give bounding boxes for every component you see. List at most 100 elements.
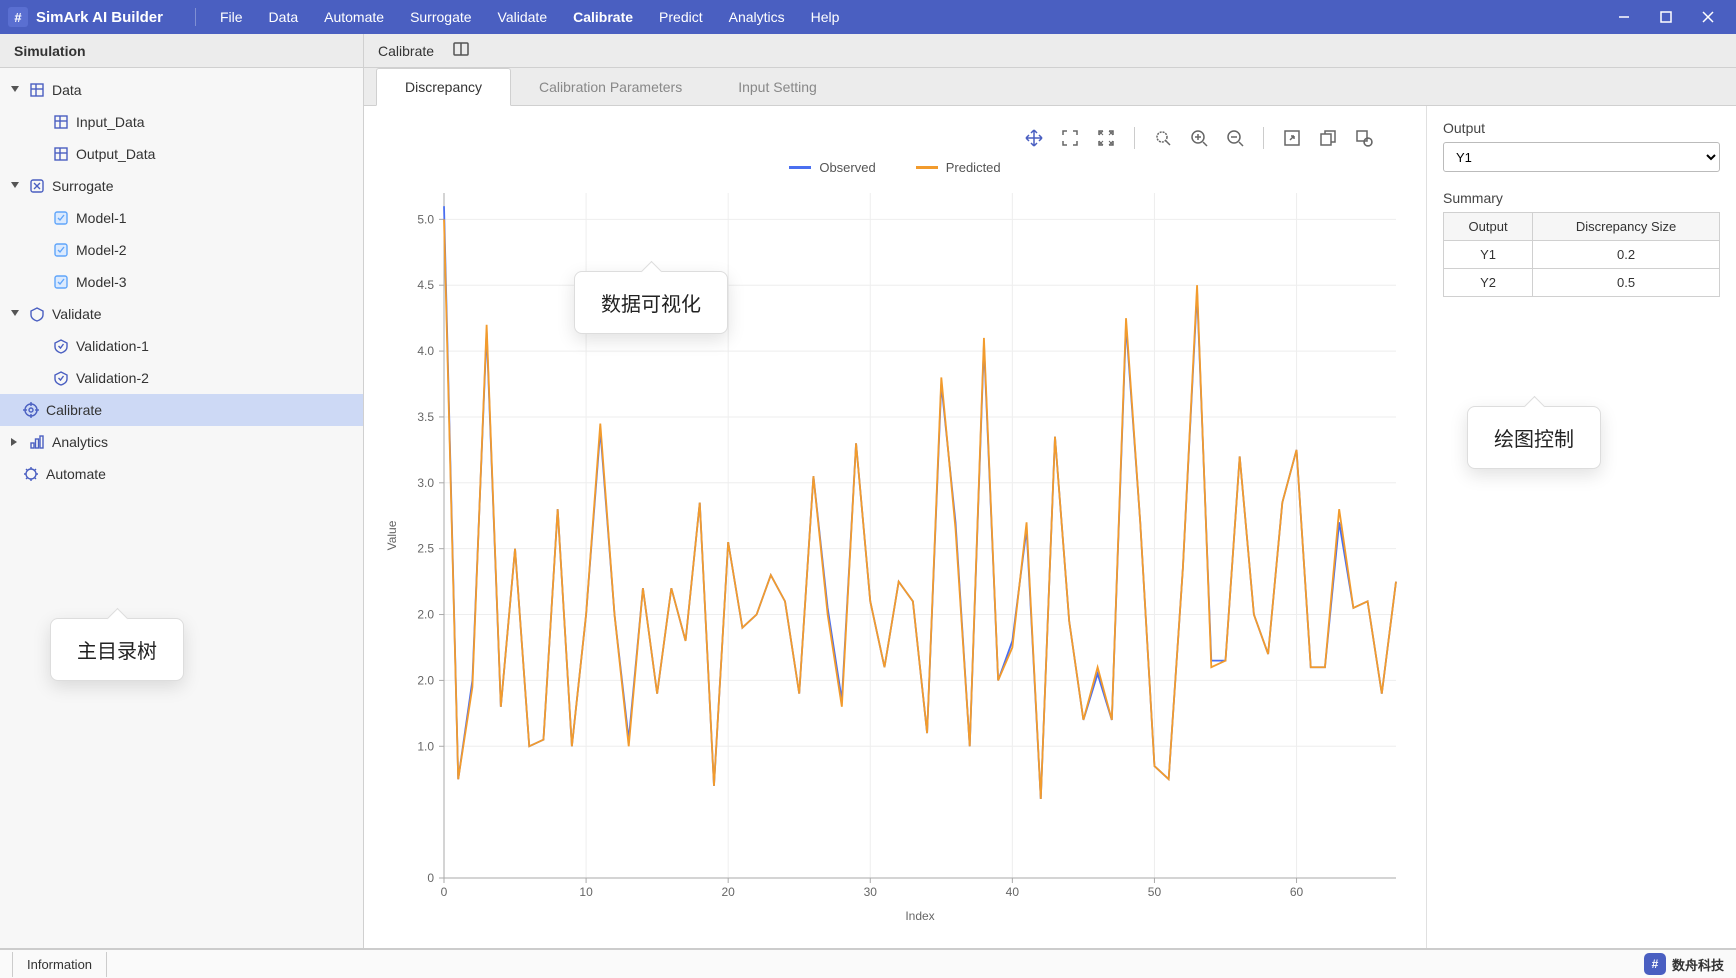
- menu-help[interactable]: Help: [799, 3, 852, 31]
- maximize-button[interactable]: [1646, 3, 1686, 31]
- line-chart[interactable]: 01.02.02.02.53.03.54.04.55.0010203040506…: [374, 183, 1416, 928]
- summary-label: Summary: [1443, 190, 1720, 206]
- table-row: Y10.2: [1444, 241, 1720, 269]
- notebook-icon[interactable]: [452, 40, 470, 61]
- svg-text:20: 20: [721, 885, 735, 899]
- tree-label: Surrogate: [52, 178, 113, 194]
- callout-plot-control: 绘图控制: [1467, 406, 1601, 469]
- zoom-region-icon[interactable]: [1151, 126, 1175, 150]
- settings-icon[interactable]: [1352, 126, 1376, 150]
- right-panel: Output Y1 Summary Output Discrepancy Siz…: [1426, 106, 1736, 948]
- legend-predicted: Predicted: [946, 160, 1001, 175]
- svg-text:1.0: 1.0: [417, 739, 434, 753]
- copy-icon[interactable]: [1316, 126, 1340, 150]
- tree-node-calibrate[interactable]: Calibrate: [0, 394, 363, 426]
- zoom-fit-icon[interactable]: [1058, 126, 1082, 150]
- tree-label: Calibrate: [46, 402, 102, 418]
- zoom-out-all-icon[interactable]: [1094, 126, 1118, 150]
- menu-data[interactable]: Data: [257, 3, 311, 31]
- tree-node-analytics[interactable]: Analytics: [0, 426, 363, 458]
- tree-node-surrogate[interactable]: Surrogate: [0, 170, 363, 202]
- svg-text:0: 0: [427, 871, 434, 885]
- tab-calibration-parameters[interactable]: Calibration Parameters: [511, 68, 710, 105]
- svg-text:3.0: 3.0: [417, 476, 434, 490]
- brand-logo-icon: #: [1644, 953, 1666, 975]
- menu-calibrate[interactable]: Calibrate: [561, 3, 645, 31]
- tab-discrepancy[interactable]: Discrepancy: [376, 68, 511, 106]
- statusbar: Information # 数舟科技: [0, 948, 1736, 978]
- app-logo-icon: #: [8, 7, 28, 27]
- tree-node-validation1[interactable]: Validation-1: [0, 330, 363, 362]
- svg-text:Value: Value: [385, 520, 399, 550]
- summary-header-output: Output: [1444, 213, 1533, 241]
- tree-node-automate[interactable]: Automate: [0, 458, 363, 490]
- legend-observed: Observed: [819, 160, 875, 175]
- svg-text:5.0: 5.0: [417, 212, 434, 226]
- chart-area: Observed Predicted 01.02.02.02.53.03.54.…: [364, 106, 1426, 948]
- svg-text:40: 40: [1006, 885, 1020, 899]
- svg-text:Index: Index: [905, 909, 934, 923]
- tree-node-model3[interactable]: Model-3: [0, 266, 363, 298]
- subbar: Simulation Calibrate: [0, 34, 1736, 68]
- table-row: Y20.5: [1444, 269, 1720, 297]
- callout-viz: 数据可视化: [574, 271, 728, 334]
- tree-node-validate[interactable]: Validate: [0, 298, 363, 330]
- summary-header-disc: Discrepancy Size: [1533, 213, 1720, 241]
- output-select[interactable]: Y1: [1443, 142, 1720, 172]
- tree-label: Input_Data: [76, 114, 145, 130]
- menu-automate[interactable]: Automate: [312, 3, 396, 31]
- menu-analytics[interactable]: Analytics: [717, 3, 797, 31]
- window-controls: [1604, 3, 1728, 31]
- tree-label: Validation-2: [76, 370, 149, 386]
- tree-label: Validation-1: [76, 338, 149, 354]
- brand-text: 数舟科技: [1672, 955, 1724, 974]
- main-content: Discrepancy Calibration Parameters Input…: [364, 68, 1736, 948]
- tree-label: Analytics: [52, 434, 108, 450]
- tree-node-model2[interactable]: Model-2: [0, 234, 363, 266]
- tree-label: Validate: [52, 306, 102, 322]
- tree-node-input-data[interactable]: Input_Data: [0, 106, 363, 138]
- menu-surrogate[interactable]: Surrogate: [398, 3, 483, 31]
- close-button[interactable]: [1688, 3, 1728, 31]
- left-panel-title: Simulation: [0, 34, 364, 67]
- status-info-tab[interactable]: Information: [12, 952, 107, 977]
- subbar-title: Calibrate: [378, 43, 434, 59]
- svg-text:4.0: 4.0: [417, 344, 434, 358]
- output-label: Output: [1443, 120, 1720, 136]
- tree-node-model1[interactable]: Model-1: [0, 202, 363, 234]
- svg-text:60: 60: [1290, 885, 1304, 899]
- callout-tree: 主目录树: [50, 618, 184, 681]
- svg-text:2.0: 2.0: [417, 673, 434, 687]
- svg-text:30: 30: [864, 885, 878, 899]
- tree-node-validation2[interactable]: Validation-2: [0, 362, 363, 394]
- chart-legend: Observed Predicted: [374, 160, 1416, 175]
- svg-text:4.5: 4.5: [417, 278, 434, 292]
- tree-label: Output_Data: [76, 146, 155, 162]
- svg-text:2.5: 2.5: [417, 542, 434, 556]
- zoom-out-icon[interactable]: [1223, 126, 1247, 150]
- svg-text:2.0: 2.0: [417, 608, 434, 622]
- pan-icon[interactable]: [1022, 126, 1046, 150]
- titlebar: # SimArk AI Builder FileDataAutomateSurr…: [0, 0, 1736, 34]
- brand-badge: # 数舟科技: [1644, 953, 1724, 975]
- content-tabs: Discrepancy Calibration Parameters Input…: [364, 68, 1736, 106]
- sidebar: Data Input_Data Output_Data Surrogate Mo…: [0, 68, 364, 948]
- tree-label: Automate: [46, 466, 106, 482]
- svg-text:10: 10: [579, 885, 593, 899]
- menu-file[interactable]: File: [208, 3, 255, 31]
- zoom-in-icon[interactable]: [1187, 126, 1211, 150]
- tree-label: Model-2: [76, 242, 127, 258]
- tree-node-output-data[interactable]: Output_Data: [0, 138, 363, 170]
- export-icon[interactable]: [1280, 126, 1304, 150]
- minimize-button[interactable]: [1604, 3, 1644, 31]
- tree-label: Data: [52, 82, 82, 98]
- tree-node-data[interactable]: Data: [0, 74, 363, 106]
- tree-label: Model-1: [76, 210, 127, 226]
- svg-text:0: 0: [441, 885, 448, 899]
- svg-text:50: 50: [1148, 885, 1162, 899]
- chart-toolbar: [374, 116, 1416, 160]
- menu-predict[interactable]: Predict: [647, 3, 715, 31]
- tab-input-setting[interactable]: Input Setting: [710, 68, 845, 105]
- menu-validate[interactable]: Validate: [486, 3, 560, 31]
- main-menu: FileDataAutomateSurrogateValidateCalibra…: [208, 3, 851, 31]
